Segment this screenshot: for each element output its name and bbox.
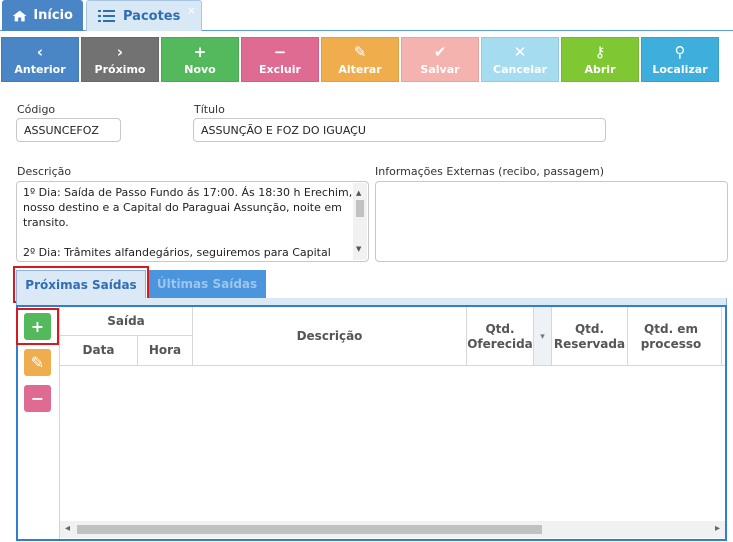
tab-panel-strip bbox=[16, 298, 727, 305]
titulo-input[interactable]: ASSUNÇÃO E FOZ DO IGUAÇU bbox=[193, 118, 606, 142]
descricao-line: 2º Dia: Trâmites alfandegários, seguirem… bbox=[23, 246, 331, 259]
header-qtd-reservada[interactable]: Qtd. Reservada bbox=[552, 307, 627, 366]
titulo-label: Título bbox=[194, 103, 225, 116]
tab-label: Pacotes bbox=[123, 8, 181, 24]
descricao-line: transito. bbox=[23, 216, 69, 229]
tab-label: Últimas Saídas bbox=[156, 277, 258, 291]
excluir-button[interactable]: − Excluir bbox=[241, 37, 319, 82]
tab-inicio[interactable]: Início bbox=[2, 0, 83, 31]
grid-header: Saída Data Hora Descrição Qtd. Oferecida… bbox=[60, 307, 725, 366]
scroll-thumb[interactable] bbox=[356, 200, 364, 217]
novo-button[interactable]: + Novo bbox=[161, 37, 239, 82]
header-descricao[interactable]: Descrição bbox=[193, 307, 466, 366]
sort-icon[interactable]: ▾ bbox=[533, 307, 551, 366]
toolbar-button-label: Localizar bbox=[652, 62, 708, 76]
descricao-line bbox=[23, 230, 348, 245]
search-icon: ⚲ bbox=[674, 42, 686, 61]
tabs-bar: Início Pacotes × bbox=[0, 0, 733, 31]
toolbar-button-label: Próximo bbox=[94, 62, 146, 76]
proximo-button[interactable]: › Próximo bbox=[81, 37, 159, 82]
localizar-button[interactable]: ⚲ Localizar bbox=[641, 37, 719, 82]
scroll-right-icon[interactable]: ▸ bbox=[715, 523, 720, 534]
header-hora[interactable]: Hora bbox=[138, 336, 192, 365]
tab-pacotes[interactable]: Pacotes × bbox=[86, 0, 202, 31]
abrir-button[interactable]: ⚷ Abrir bbox=[561, 37, 639, 82]
scroll-thumb[interactable] bbox=[77, 525, 542, 534]
toolbar-button-label: Anterior bbox=[14, 62, 66, 76]
edit-icon: ✎ bbox=[30, 353, 45, 372]
vertical-scrollbar[interactable]: ▲ ▼ bbox=[353, 183, 367, 260]
header-qtd-oferecida[interactable]: Qtd. Oferecida bbox=[467, 307, 533, 366]
check-icon: ✔ bbox=[433, 42, 447, 61]
header-saida: Saída bbox=[107, 313, 145, 328]
toolbar-button-label: Excluir bbox=[259, 62, 301, 76]
header-data[interactable]: Data bbox=[60, 336, 137, 365]
toolbar-button-label: Alterar bbox=[338, 62, 382, 76]
toolbar-button-label: Novo bbox=[184, 62, 216, 76]
home-icon bbox=[12, 10, 27, 21]
horizontal-scrollbar[interactable]: ◂ ▸ bbox=[60, 521, 725, 538]
codigo-label: Código bbox=[17, 103, 56, 116]
codigo-input[interactable]: ASSUNCEFOZ bbox=[16, 118, 121, 142]
chevron-left-icon: ‹ bbox=[36, 42, 44, 61]
info-externas-textarea[interactable] bbox=[375, 181, 728, 262]
descricao-label: Descrição bbox=[17, 165, 72, 178]
descricao-line: 1º Dia: Saída de Passo Fundo ás 17:00. Á… bbox=[23, 186, 353, 199]
tab-ultimas-saidas[interactable]: Últimas Saídas bbox=[148, 270, 266, 298]
edit-icon: ✎ bbox=[353, 42, 367, 61]
toolbar-button-label: Salvar bbox=[420, 62, 460, 76]
anterior-button[interactable]: ‹ Anterior bbox=[1, 37, 79, 82]
delete-row-button[interactable]: − bbox=[24, 385, 51, 412]
salvar-button[interactable]: ✔ Salvar bbox=[401, 37, 479, 82]
descricao-textarea[interactable]: 1º Dia: Saída de Passo Fundo ás 17:00. Á… bbox=[16, 181, 369, 262]
cancelar-button[interactable]: ✕ Cancelar bbox=[481, 37, 559, 82]
alterar-button[interactable]: ✎ Alterar bbox=[321, 37, 399, 82]
close-icon: ✕ bbox=[513, 42, 527, 61]
key-icon: ⚷ bbox=[594, 42, 606, 61]
close-icon[interactable]: × bbox=[187, 4, 196, 17]
minus-icon: − bbox=[273, 42, 287, 61]
scroll-up-icon[interactable]: ▲ bbox=[356, 186, 361, 201]
minus-icon: − bbox=[30, 389, 45, 408]
plus-icon: + bbox=[193, 42, 207, 61]
toolbar: ‹ Anterior › Próximo + Novo − Excluir ✎ Alterar ✔ S… bbox=[0, 36, 733, 82]
edit-row-button[interactable]: ✎ bbox=[24, 349, 51, 376]
scroll-down-icon[interactable]: ▼ bbox=[356, 242, 361, 257]
scroll-left-icon[interactable]: ◂ bbox=[65, 523, 70, 534]
tab-label: Início bbox=[33, 8, 73, 23]
descricao-line: nosso destino e a Capital do Paraguai As… bbox=[23, 201, 342, 214]
list-icon bbox=[98, 10, 115, 22]
toolbar-button-label: Cancelar bbox=[493, 62, 547, 76]
chevron-right-icon: › bbox=[116, 42, 124, 61]
info-externas-label: Informações Externas (recibo, passagem) bbox=[375, 165, 605, 178]
highlight-box bbox=[16, 308, 59, 345]
toolbar-button-label: Abrir bbox=[584, 62, 616, 76]
header-qtd-processo[interactable]: Qtd. em processo bbox=[628, 307, 714, 366]
